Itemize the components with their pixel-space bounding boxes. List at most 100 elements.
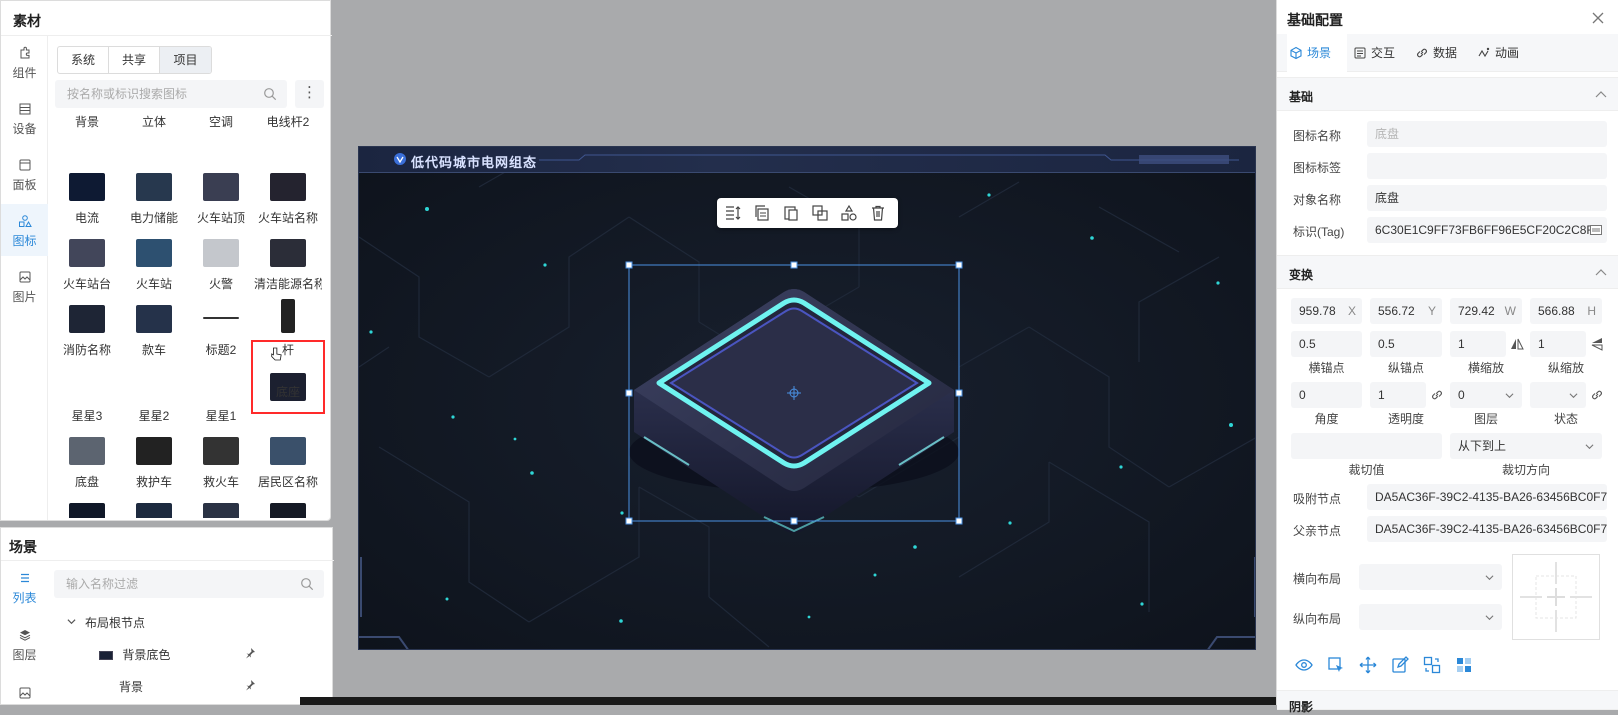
- move-icon[interactable]: [1359, 656, 1377, 674]
- flip-vertical-icon[interactable]: [1590, 337, 1604, 351]
- flip-horizontal-icon[interactable]: [1510, 337, 1524, 351]
- tab-shared[interactable]: 共享: [109, 47, 160, 73]
- clip-value-field[interactable]: [1291, 433, 1442, 459]
- duplicate-icon[interactable]: [811, 204, 829, 222]
- angle-field[interactable]: 0: [1291, 382, 1362, 408]
- tab-data[interactable]: 数据: [1413, 34, 1471, 72]
- close-icon[interactable]: [1592, 12, 1604, 24]
- anchor-y-field[interactable]: 0.5: [1370, 331, 1442, 357]
- icon-grid-item[interactable]: 空调: [187, 113, 255, 143]
- grid-icon[interactable]: [1455, 656, 1473, 674]
- copy-icon[interactable]: [753, 204, 771, 222]
- link-icon[interactable]: [1430, 388, 1444, 402]
- icon-grid-item[interactable]: 居民区名称: [254, 407, 322, 489]
- icon-grid-item[interactable]: 电力储能: [120, 143, 188, 225]
- layout-anchor-widget[interactable]: [1512, 554, 1600, 640]
- icon-grid-item[interactable]: 救护车: [120, 407, 188, 489]
- section-shadow[interactable]: 阴影: [1277, 690, 1618, 714]
- design-canvas[interactable]: 低代码城市电网组态: [358, 146, 1256, 650]
- tab-system[interactable]: 系统: [58, 47, 109, 73]
- scene-nav-extra[interactable]: [1, 676, 48, 706]
- pos-x-field[interactable]: 959.78 X: [1291, 298, 1362, 324]
- icon-grid-item[interactable]: 杆: [254, 275, 322, 357]
- nav-devices[interactable]: 设备: [1, 92, 48, 144]
- link-icon[interactable]: [1590, 388, 1604, 402]
- scene-panel: 场景 列表 图层 输入名称过滤 布局根节点 背景底色 背景: [0, 527, 334, 706]
- icon-grid-item[interactable]: [120, 473, 188, 518]
- h-layout-select[interactable]: [1359, 564, 1502, 590]
- clip-direction-select[interactable]: 从下到上: [1450, 433, 1602, 459]
- icon-grid-item[interactable]: 消防名称: [53, 275, 121, 357]
- icon-grid-item[interactable]: 背景: [53, 113, 121, 143]
- icon-grid-item[interactable]: 火车站顶: [187, 143, 255, 225]
- icon-grid-item[interactable]: 火车站: [120, 209, 188, 291]
- tab-scene[interactable]: 场景: [1287, 34, 1347, 72]
- icon-grid-item[interactable]: 星星1: [187, 341, 255, 423]
- icon-grid-item[interactable]: 款车: [120, 275, 188, 357]
- icon-search-input[interactable]: 按名称或标识搜索图标: [55, 80, 287, 108]
- barcode-icon[interactable]: [1589, 223, 1603, 237]
- eye-icon[interactable]: [1295, 656, 1313, 674]
- tab-animation[interactable]: 动画: [1475, 34, 1535, 72]
- state-select[interactable]: [1530, 382, 1586, 408]
- more-options-button[interactable]: ⋮: [295, 80, 324, 108]
- icon-grid-item[interactable]: 清洁能源名称: [254, 209, 322, 291]
- icon-grid-item[interactable]: 标题2: [187, 275, 255, 357]
- object-name-field[interactable]: 底盘: [1367, 185, 1607, 211]
- section-basic[interactable]: 基础: [1277, 77, 1618, 111]
- v-layout-select[interactable]: [1359, 604, 1502, 630]
- cursor-select-icon[interactable]: [1327, 656, 1345, 674]
- icon-tag-field[interactable]: [1367, 153, 1607, 179]
- snap-node-field[interactable]: DA5AC36F-39C2-4135-BA26-63456BC0F7A: [1367, 484, 1607, 510]
- icon-grid-item[interactable]: 底座: [251, 340, 325, 414]
- scale-y-field[interactable]: 1: [1530, 331, 1586, 357]
- icon-grid-item[interactable]: [187, 473, 255, 518]
- width-field[interactable]: 729.42 W: [1450, 298, 1522, 324]
- paste-icon[interactable]: [782, 204, 800, 222]
- tag-field[interactable]: 6C30E1C9FF73FB6FF96E5CF20C2C8FF: [1367, 217, 1607, 243]
- scene-nav-list[interactable]: 列表: [1, 561, 48, 613]
- nav-images-label: 图片: [12, 290, 37, 304]
- section-transform[interactable]: 变换: [1277, 255, 1618, 289]
- anchor-x-label: 横锚点: [1308, 361, 1345, 375]
- opacity-field[interactable]: 1: [1370, 382, 1426, 408]
- refresh-icon[interactable]: [1423, 656, 1441, 674]
- tree-node-bg-color[interactable]: 背景底色: [99, 646, 259, 663]
- height-field[interactable]: 566.88 H: [1530, 298, 1602, 324]
- icon-grid-item[interactable]: 救火车: [187, 407, 255, 489]
- tree-node-bg[interactable]: 背景: [99, 678, 259, 695]
- tab-project[interactable]: 项目: [160, 47, 211, 73]
- icon-grid-item[interactable]: 火警: [187, 209, 255, 291]
- icon-grid-item[interactable]: [53, 473, 121, 518]
- icon-grid-item[interactable]: 星星2: [120, 341, 188, 423]
- pos-y-field[interactable]: 556.72 Y: [1370, 298, 1442, 324]
- icon-grid-item[interactable]: 底盘: [53, 407, 121, 489]
- nav-images[interactable]: 图片: [1, 260, 48, 312]
- nav-panels[interactable]: 面板: [1, 148, 48, 200]
- anchor-x-field[interactable]: 0.5: [1291, 331, 1362, 357]
- nav-icons[interactable]: 图标: [1, 204, 48, 256]
- group-icon[interactable]: [840, 204, 858, 222]
- icon-grid-item[interactable]: 电流: [53, 143, 121, 225]
- nav-components[interactable]: 组件: [1, 36, 48, 88]
- pin-icon[interactable]: [244, 679, 256, 691]
- icon-grid-item[interactable]: 火车站名称: [254, 143, 322, 225]
- tab-interaction[interactable]: 交互: [1351, 34, 1409, 72]
- icon-grid-item[interactable]: [254, 473, 322, 518]
- pin-icon[interactable]: [244, 647, 256, 659]
- layer-select[interactable]: 0: [1450, 382, 1522, 408]
- tree-root-node[interactable]: 布局根节点: [67, 614, 145, 631]
- icon-name-field[interactable]: 底盘: [1367, 121, 1607, 147]
- parent-node-field[interactable]: DA5AC36F-39C2-4135-BA26-63456BC0F7A: [1367, 516, 1607, 542]
- icon-grid-item[interactable]: 立体: [120, 113, 188, 143]
- opacity-label: 透明度: [1387, 412, 1424, 426]
- scene-nav-layers[interactable]: 图层: [1, 618, 48, 670]
- edit-icon[interactable]: [1391, 656, 1409, 674]
- trash-icon[interactable]: [869, 204, 887, 222]
- icon-grid-item[interactable]: 电线杆2: [254, 113, 322, 143]
- align-height-icon[interactable]: [724, 204, 742, 222]
- icon-grid-item[interactable]: 火车站台: [53, 209, 121, 291]
- scene-filter-input[interactable]: 输入名称过滤: [54, 570, 324, 598]
- icon-grid-item[interactable]: 星星3: [53, 341, 121, 423]
- scale-x-field[interactable]: 1: [1450, 331, 1506, 357]
